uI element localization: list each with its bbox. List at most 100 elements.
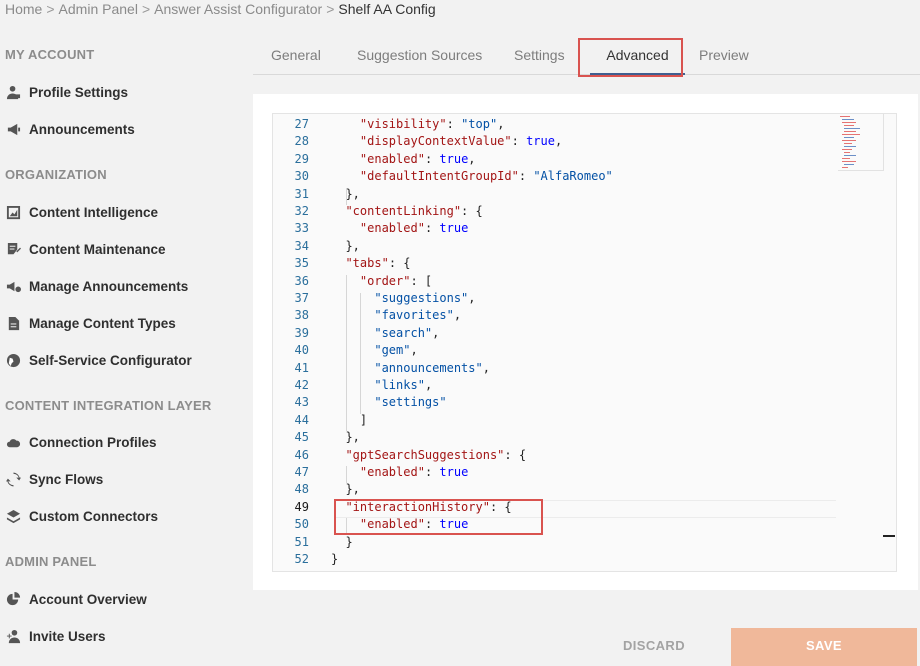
sidebar-item-content-intelligence[interactable]: Content Intelligence [5,201,158,223]
sidebar-item-announcements[interactable]: Announcements [5,118,135,140]
code-token: }, [331,430,360,445]
code-token: true [526,134,555,149]
tab-general[interactable]: General [271,37,321,75]
code-token: "gem" [374,343,411,358]
code-token: : { [388,256,411,271]
layers-icon [5,508,21,524]
code-token: : [424,465,440,479]
editor-minimap[interactable] [838,114,884,172]
sidebar-item-manage-content-types[interactable]: Manage Content Types [5,312,176,334]
tab-preview[interactable]: Preview [699,37,749,75]
code-token: "enabled" [359,221,425,236]
cloud-icon [5,434,21,450]
code-token: "suggestions" [374,291,469,305]
code-token: : [518,169,534,184]
code-line: 32 "contentLinking": { [273,203,833,220]
line-number: 30 [294,169,309,184]
sidebar-item-manage-announcements[interactable]: Manage Announcements [5,275,188,297]
code-line: 44 ] [273,412,833,429]
code-token: } [331,552,339,566]
code-line: 27 "visibility": "top", [273,116,833,133]
code-token: , [432,325,440,340]
breadcrumb-link[interactable]: Answer Assist Configurator [154,1,322,17]
sidebar-item-label: Invite Users [29,628,106,644]
code-token: "enabled" [359,465,425,479]
code-line: 43 "settings" [273,394,833,411]
section-title-my-account: MY ACCOUNT [5,47,95,62]
line-number: 33 [294,221,309,236]
sidebar-item-label: Self-Service Configurator [29,352,192,368]
sidebar-item-profile-settings[interactable]: Profile Settings [5,81,128,103]
sidebar-item-label: Sync Flows [29,471,104,487]
line-number: 38 [294,308,309,323]
code-line: 40 "gem", [273,342,833,359]
line-number: 27 [294,117,309,131]
discard-button[interactable]: DISCARD [610,628,698,664]
sidebar-item-content-maintenance[interactable]: Content Maintenance [5,238,166,260]
breadcrumb-link[interactable]: Home [5,1,42,17]
code-token: : [446,117,462,131]
sidebar-item-invite-users[interactable]: Invite Users [5,625,106,647]
pie-chart-icon [5,591,21,607]
sidebar-item-label: Custom Connectors [29,508,159,524]
breadcrumb-link[interactable]: Admin Panel [59,1,138,17]
code-token: ] [331,412,368,427]
sidebar-item-custom-connectors[interactable]: Custom Connectors [5,505,158,527]
sidebar-item-self-service-configurator[interactable]: Self-Service Configurator [5,349,192,371]
sidebar-item-connection-profiles[interactable]: Connection Profiles [5,431,157,453]
line-number: 52 [294,552,309,566]
code-line: 31 }, [273,186,833,203]
line-number: 36 [294,273,309,288]
section-title-organization: ORGANIZATION [5,167,107,182]
line-number: 49 [294,499,309,514]
minimap-viewport-edge [838,170,884,171]
code-line: 28 "displayContextValue": true, [273,133,833,150]
sync-icon [5,471,21,487]
code-line: 47 "enabled": true [273,464,833,481]
code-token: "gptSearchSuggestions" [345,447,505,462]
line-number: 35 [294,256,309,271]
code-line: 42 "links", [273,377,833,394]
sidebar-item-sync-flows[interactable]: Sync Flows [5,468,103,490]
breadcrumb-current: Shelf AA Config [338,1,436,17]
breadcrumb-separator: > [141,1,151,17]
code-token: : [424,221,440,236]
save-button[interactable]: SAVE [731,628,917,666]
code-token: } [331,534,353,549]
code-token: true [439,221,469,236]
line-number: 45 [294,430,309,445]
sidebar-item-label: Connection Profiles [29,434,157,450]
code-token: "announcements" [374,360,483,375]
code-token: "displayContextValue" [359,134,512,149]
code-token: , [468,151,476,166]
code-token: : { [461,204,483,218]
indent-guide [346,188,347,205]
profile-settings-icon [5,84,21,100]
tab-suggestion-sources[interactable]: Suggestion Sources [357,37,482,75]
tab-advanced[interactable]: Advanced [590,37,685,75]
tab-settings[interactable]: Settings [514,37,565,75]
code-token: "contentLinking" [345,204,462,218]
line-number: 46 [294,447,309,462]
sidebar-item-account-overview[interactable]: Account Overview [5,588,147,610]
code-line: 39 "search", [273,325,833,342]
sidebar-item-label: Content Intelligence [29,204,159,220]
sidebar-item-label: Announcements [29,121,135,137]
minimap-divider [883,114,884,171]
line-number: 29 [294,151,309,166]
code-token: "links" [374,378,425,392]
section-title-admin-panel: ADMIN PANEL [5,554,97,569]
line-number: 43 [294,395,309,410]
code-token: : { [504,447,527,462]
globe-icon [5,352,21,368]
code-token: "settings" [374,395,447,410]
